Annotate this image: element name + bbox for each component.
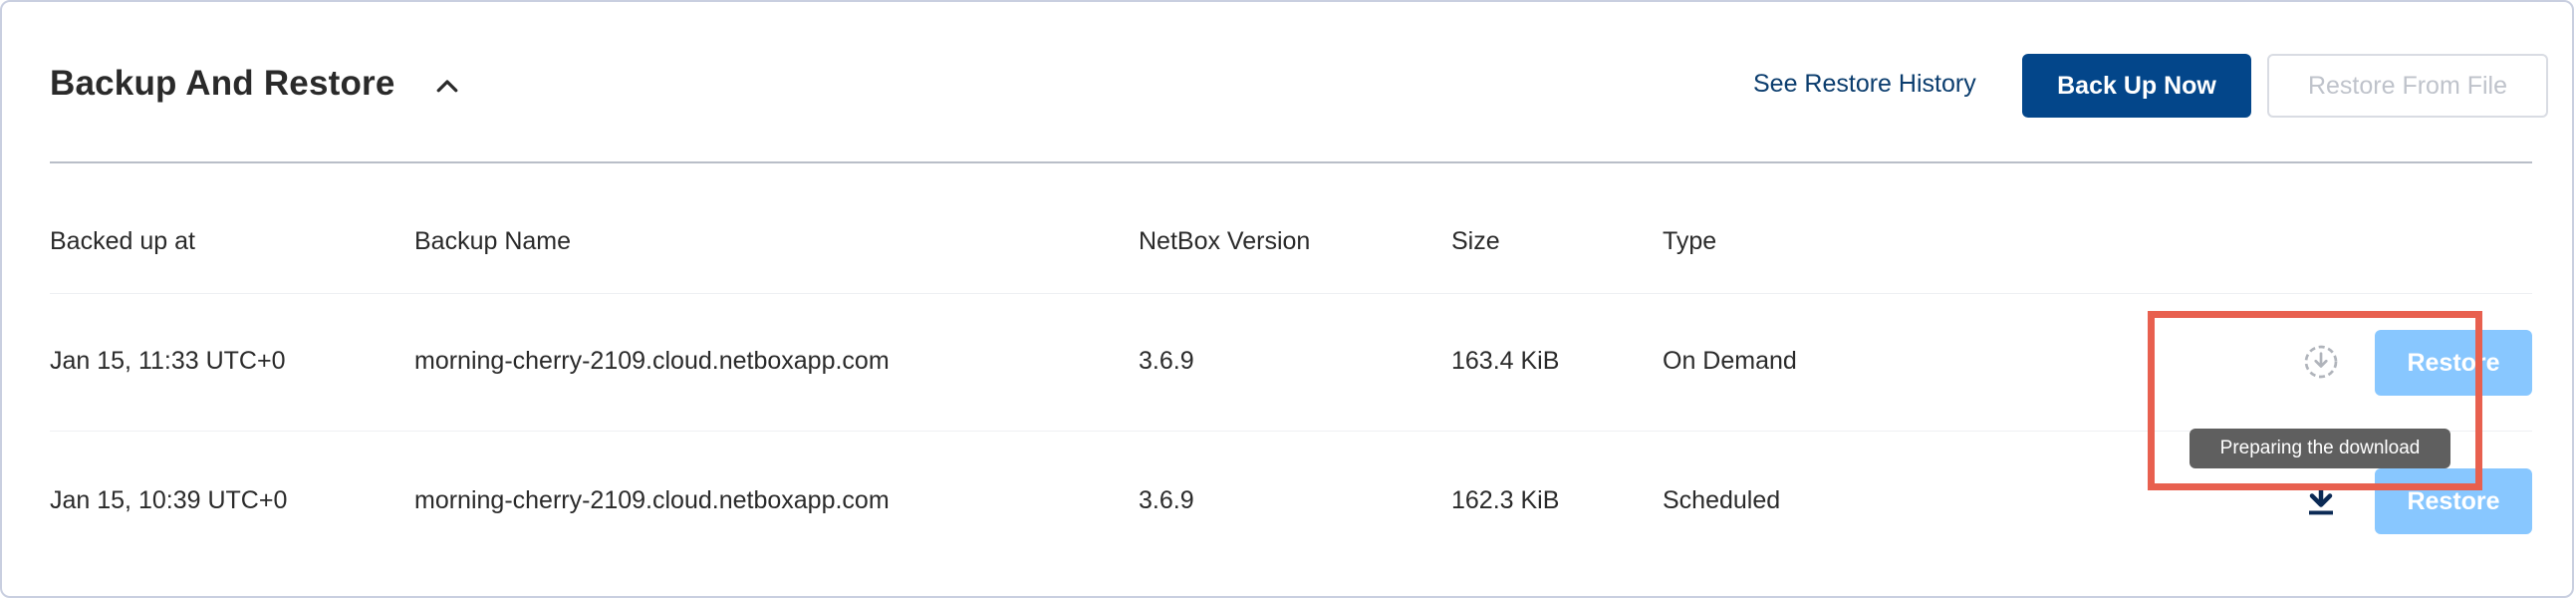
- restore-from-file-button[interactable]: Restore From File: [2267, 54, 2548, 118]
- cell-netbox-version: 3.6.9: [1139, 347, 1194, 375]
- column-backed-up-at: Backed up at: [50, 227, 195, 255]
- cell-backup-name: morning-cherry-2109.cloud.netboxapp.com: [414, 486, 890, 514]
- column-type: Type: [1663, 227, 1717, 255]
- cell-backed-up-at: Jan 15, 10:39 UTC+0: [50, 486, 288, 514]
- column-netbox-version: NetBox Version: [1139, 227, 1311, 255]
- column-backup-name: Backup Name: [414, 227, 572, 255]
- backup-restore-card: Backup And Restore See Restore History B…: [0, 0, 2574, 598]
- row-divider: [50, 293, 2532, 294]
- cell-backed-up-at: Jan 15, 11:33 UTC+0: [50, 347, 286, 375]
- cell-netbox-version: 3.6.9: [1139, 486, 1194, 514]
- header-divider: [50, 161, 2532, 163]
- cell-backup-name: morning-cherry-2109.cloud.netboxapp.com: [414, 347, 890, 375]
- cell-size: 163.4 KiB: [1451, 347, 1560, 375]
- see-restore-history-link[interactable]: See Restore History: [1753, 70, 1976, 99]
- annotation-highlight-box: [2148, 311, 2482, 490]
- section-title: Backup And Restore: [50, 64, 395, 103]
- cell-type: On Demand: [1663, 347, 1797, 375]
- back-up-now-button[interactable]: Back Up Now: [2022, 54, 2251, 118]
- chevron-up-icon[interactable]: [432, 72, 462, 102]
- column-size: Size: [1451, 227, 1500, 255]
- cell-size: 162.3 KiB: [1451, 486, 1560, 514]
- cell-type: Scheduled: [1663, 486, 1781, 514]
